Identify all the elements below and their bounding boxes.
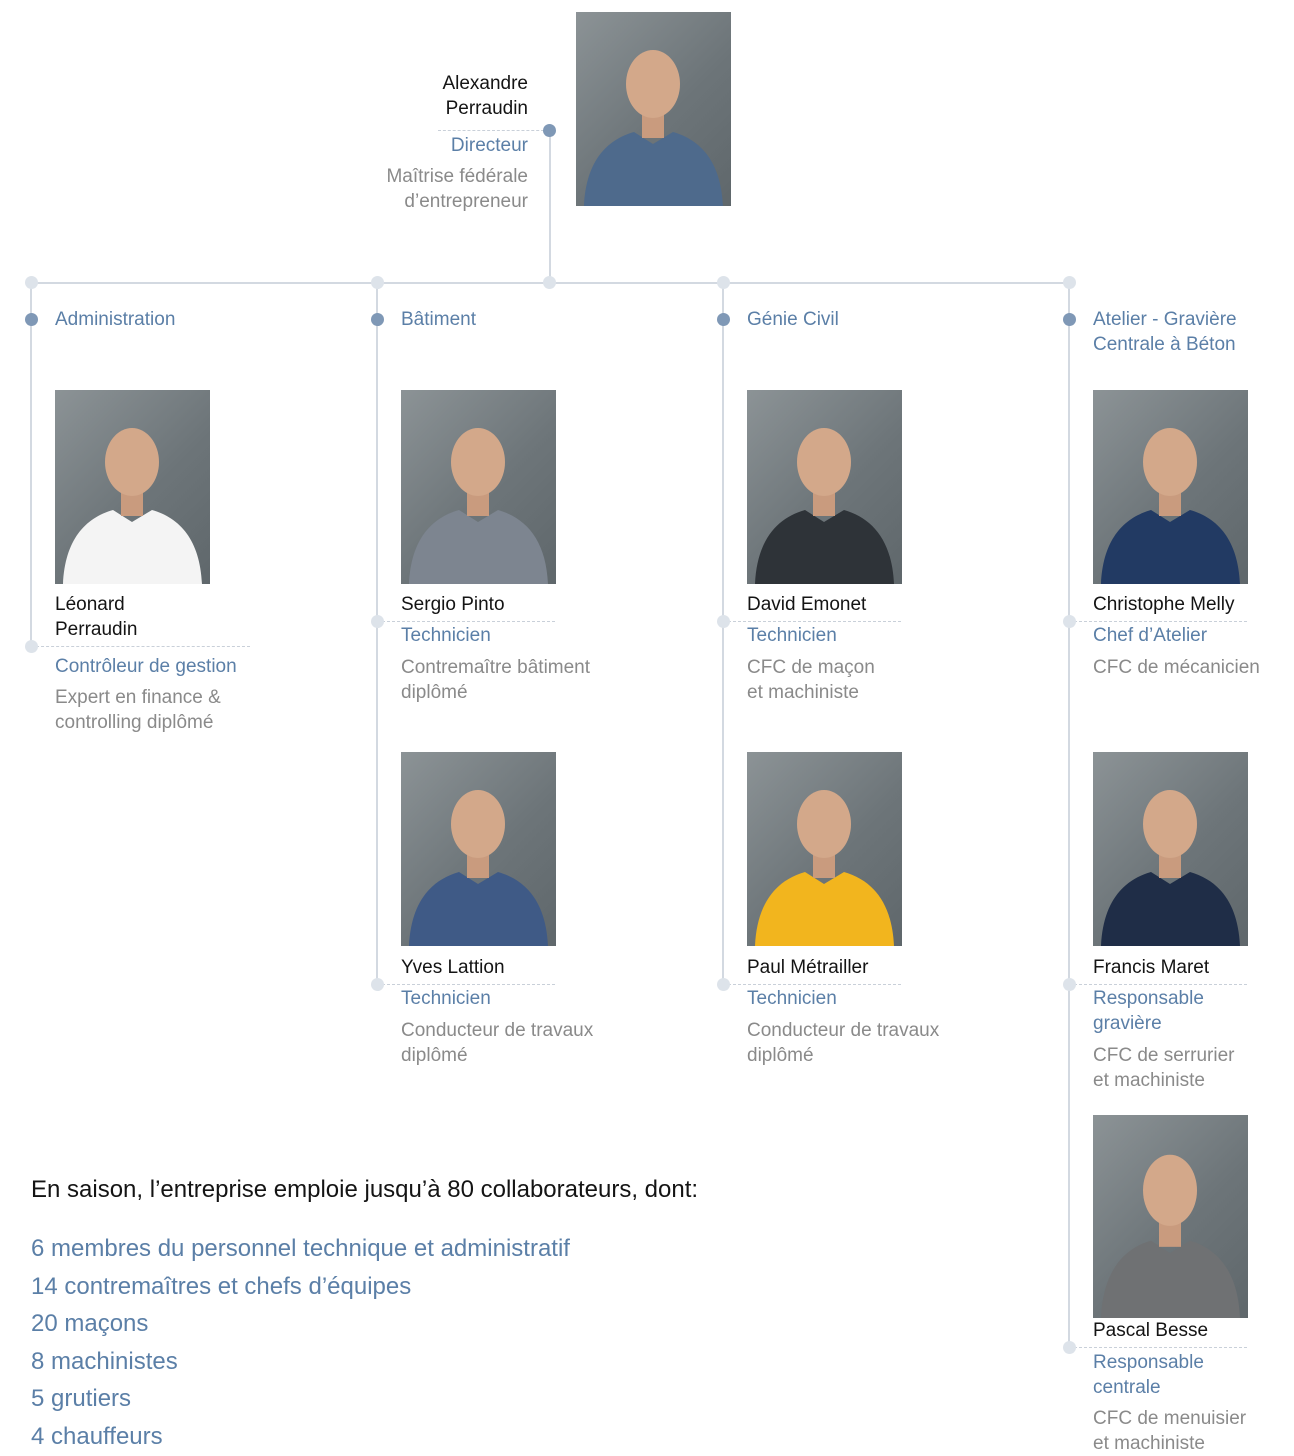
director-name-separator [438, 130, 549, 131]
junction-dot [25, 276, 38, 289]
person-dot [371, 615, 384, 628]
portrait-head [1143, 790, 1197, 858]
summary-item: 20 maçons [31, 1310, 149, 1337]
portrait-shirt [409, 510, 548, 584]
portrait-photo [401, 752, 556, 946]
col-line-administration [30, 283, 32, 646]
portrait-shirt [1101, 510, 1240, 584]
director-stem-line [549, 130, 551, 283]
summary-item: 6 membres du personnel technique et admi… [31, 1235, 570, 1262]
portrait-shirt [755, 872, 894, 946]
portrait-shirt [409, 872, 548, 946]
person-separator-pascal [1069, 1347, 1247, 1348]
portrait-photo [1093, 1115, 1248, 1318]
portrait-head [797, 790, 851, 858]
col-line-batiment [376, 283, 378, 985]
summary-intro: En saison, l’entreprise emploie jusqu’à … [31, 1176, 699, 1203]
person-role: Technicien [401, 988, 491, 1009]
person-separator-david [723, 621, 901, 622]
person-name: Yves Lattion [401, 957, 505, 978]
person-role: Technicien [747, 625, 837, 646]
department-administration: Administration [55, 309, 176, 330]
portrait-photo-director [576, 12, 731, 206]
person-qualification: CFC de menuisier et machiniste [1093, 1408, 1247, 1454]
portrait-shirt [584, 132, 723, 206]
portrait-photo [747, 390, 902, 584]
portrait-shirt [63, 510, 202, 584]
portrait-shirt [1101, 872, 1240, 946]
person-qualification: Conducteur de travaux diplômé [747, 1020, 940, 1066]
person-separator-christophe [1069, 621, 1247, 622]
department-genie-civil: Génie Civil [747, 309, 839, 330]
summary-item: 4 chauffeurs [31, 1422, 163, 1450]
person-role: Responsable centrale [1093, 1352, 1204, 1398]
person-dot [1063, 615, 1076, 628]
portrait-shirt [1101, 1240, 1240, 1318]
person-role: Technicien [747, 988, 837, 1009]
person-name: Sergio Pinto [401, 594, 505, 615]
portrait-photo [747, 752, 902, 946]
portrait-head [1143, 428, 1197, 496]
junction-dot [1063, 276, 1076, 289]
person-separator-francis [1069, 984, 1247, 985]
person-name: Pascal Besse [1093, 1320, 1209, 1341]
junction-dot [371, 276, 384, 289]
person-name: Christophe Melly [1093, 594, 1235, 615]
director-dot [543, 124, 556, 137]
junction-dot [717, 276, 730, 289]
department-batiment: Bâtiment [401, 309, 476, 330]
portrait-head [451, 428, 505, 496]
department-dot [717, 313, 730, 326]
portrait-head [451, 790, 505, 858]
director-qualification: Maîtrise fédérale d’entrepreneur [386, 166, 528, 212]
department-dot [25, 313, 38, 326]
summary-item: 5 grutiers [31, 1385, 132, 1412]
portrait-head [1143, 1154, 1197, 1226]
person-dot [1063, 1341, 1076, 1354]
person-role: Chef d’Atelier [1093, 625, 1208, 646]
junction-dot [543, 276, 556, 289]
person-name: David Emonet [747, 594, 867, 615]
portrait-head [626, 50, 680, 118]
director-role: Directeur [450, 135, 528, 156]
person-dot [371, 978, 384, 991]
person-dot [25, 640, 38, 653]
portrait-head [105, 428, 159, 496]
portrait-photo [1093, 752, 1248, 946]
person-qualification: Contremaître bâtiment diplômé [401, 657, 591, 703]
person-name: Léonard Perraudin [55, 594, 138, 640]
person-dot [1063, 978, 1076, 991]
summary-item: 14 contremaîtres et chefs d’équipes [31, 1272, 412, 1300]
person-separator-leonard [31, 646, 250, 647]
portrait-head [797, 428, 851, 496]
col-line-genie-civil [722, 283, 724, 985]
person-qualification: CFC de serrurier et machiniste [1093, 1045, 1235, 1091]
person-dot [717, 615, 730, 628]
person-qualification: Conducteur de travaux diplômé [401, 1020, 594, 1066]
person-name: Paul Métrailler [747, 957, 869, 978]
person-qualification: Expert en finance & controlling diplômé [55, 687, 221, 733]
summary-list: 6 membres du personnel technique et admi… [31, 1230, 570, 1455]
department-atelier: Atelier - Gravière Centrale à Béton [1093, 309, 1237, 355]
person-dot [717, 978, 730, 991]
director-name: Alexandre Perraudin [442, 73, 528, 119]
portrait-shirt [755, 510, 894, 584]
person-separator-sergio [377, 621, 555, 622]
person-separator-yves [377, 984, 555, 985]
summary-item: 8 machinistes [31, 1347, 178, 1375]
person-role: Contrôleur de gestion [55, 656, 237, 677]
person-qualification: CFC de maçon et machiniste [747, 657, 875, 703]
portrait-photo [1093, 390, 1248, 584]
department-dot [371, 313, 384, 326]
person-role: Technicien [401, 625, 491, 646]
person-role: Responsable gravière [1093, 988, 1204, 1034]
col-line-atelier [1068, 283, 1070, 1348]
person-name: Francis Maret [1093, 957, 1210, 978]
portrait-photo [401, 390, 556, 584]
person-qualification: CFC de mécanicien [1093, 657, 1260, 678]
portrait-photo [55, 390, 210, 584]
person-separator-paul [723, 984, 901, 985]
department-dot [1063, 313, 1076, 326]
